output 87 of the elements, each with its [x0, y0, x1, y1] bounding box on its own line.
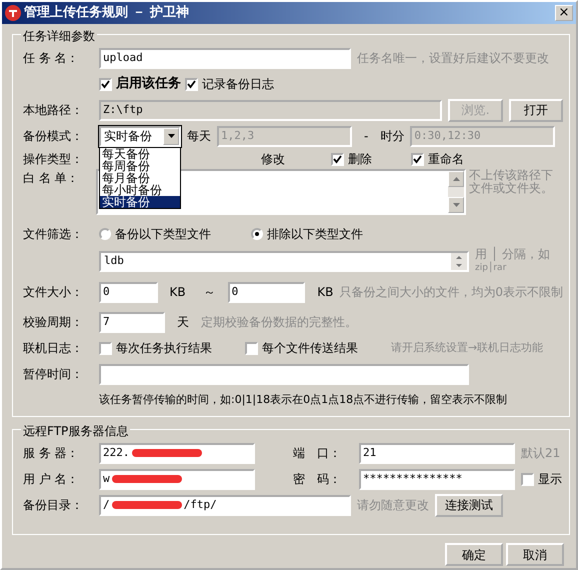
redaction-mark — [132, 449, 202, 457]
hint-text: 定期校验备份数据的完整性。 — [201, 314, 357, 331]
redaction-mark — [112, 501, 182, 509]
caret-icon — [163, 128, 179, 144]
checkbox-label: 修改 — [261, 151, 286, 168]
field-label: 白 名 单： — [23, 170, 80, 187]
hint-text: 不上传该路径下文件或文件夹。 — [469, 169, 554, 195]
scrollbar[interactable] — [448, 171, 464, 213]
checkbox-label: 删除 — [348, 151, 372, 168]
input-field[interactable]: 0 — [228, 282, 306, 302]
hint-text: 用 │ 分隔，如 — [475, 247, 550, 261]
checkbox-label: 显示 — [538, 471, 562, 488]
checkbox[interactable] — [331, 152, 344, 166]
radio-dot-icon — [255, 232, 259, 236]
checkbox-label: 每次任务执行结果 — [116, 340, 212, 357]
field-label: 每天 — [187, 128, 211, 145]
scroll-down-icon — [448, 197, 464, 213]
button[interactable]: 确定 — [445, 543, 503, 566]
radio-label: 排除以下类型文件 — [267, 226, 363, 243]
unit-text: ～ — [202, 284, 217, 301]
input-field[interactable]: *************** — [359, 468, 515, 490]
input-field[interactable]: 21 — [359, 442, 515, 464]
field-label: 任 务 名： — [23, 50, 80, 67]
field-label: 用 户 名： — [23, 471, 80, 488]
dash-text: - — [363, 128, 370, 145]
input-field[interactable]: Z:\ftp — [99, 100, 442, 120]
field-label: 端 口： — [293, 445, 342, 462]
redaction-mark — [112, 475, 182, 483]
spinner-icon — [451, 252, 467, 270]
checkbox-label: 每个文件传送结果 — [262, 340, 358, 357]
hint-text: 请开启系统设置→联机日志功能 — [391, 340, 544, 356]
checkbox[interactable] — [99, 78, 112, 90]
checkbox[interactable] — [185, 78, 198, 90]
checkbox[interactable] — [99, 342, 112, 354]
input-field[interactable]: upload — [99, 48, 351, 68]
checkbox[interactable] — [245, 342, 258, 354]
group-title: 任务详细参数 — [21, 27, 97, 45]
dropdown-option[interactable]: 每月备份 — [100, 172, 180, 184]
hint-text: 默认21 — [521, 445, 560, 462]
window-title: 管理上传任务规则 － 护卫神 — [24, 4, 190, 22]
radio-label: 备份以下类型文件 — [115, 226, 211, 243]
radio-button[interactable] — [99, 228, 111, 240]
button[interactable]: 取消 — [506, 543, 564, 566]
field-label: 文件筛选： — [23, 226, 84, 243]
checkbox-label: 启用该任务 — [116, 74, 181, 94]
unit-text: 天 — [176, 314, 190, 331]
field-label: 校验周期： — [23, 314, 84, 331]
app-logo-icon — [5, 5, 21, 21]
dropdown-option[interactable]: 每天备份 — [100, 148, 180, 160]
field-label: 暂停时间： — [23, 366, 84, 383]
input-field[interactable]: 7 — [99, 312, 165, 332]
close-button[interactable]: × — [555, 5, 573, 21]
checkbox[interactable] — [411, 152, 424, 166]
field-label: 备份目录： — [23, 497, 84, 514]
checkbox-label: 重命名 — [428, 151, 464, 168]
input-field[interactable] — [99, 364, 469, 384]
dropdown-option[interactable]: 每周备份 — [100, 160, 180, 172]
field-label: 服 务 器： — [23, 445, 80, 462]
input-field[interactable]: 222. — [99, 442, 255, 464]
checkbox-label: 记录备份日志 — [202, 76, 274, 93]
field-label: 本地路径： — [23, 102, 84, 119]
dropdown-option[interactable]: 每小时备份 — [100, 184, 180, 196]
field-label: 备份模式： — [23, 128, 84, 145]
field-label: 操作类型： — [23, 151, 84, 168]
input-field[interactable]: / /ftp/ — [99, 494, 351, 516]
button[interactable]: 连接测试 — [435, 494, 503, 516]
field-label: 密 码： — [293, 471, 342, 488]
unit-text: KB — [316, 284, 334, 301]
dropdown-option[interactable]: 实时备份 — [100, 196, 180, 208]
hint-text: zip│rar — [475, 261, 508, 275]
button[interactable]: 打开 — [508, 98, 563, 122]
checkbox[interactable] — [521, 472, 534, 486]
radio-button[interactable] — [251, 228, 263, 240]
hint-text: 任务名唯一，设置好后建议不要更改 — [357, 50, 549, 67]
hint-text: 只备份之间大小的文件，均为0表示不限制 — [339, 284, 563, 301]
field-label: 时分 — [380, 128, 404, 145]
dropdown[interactable]: 实时备份 — [99, 126, 181, 146]
group-title: 远程FTP服务器信息 — [21, 422, 130, 440]
unit-text: KB — [168, 284, 187, 301]
field-label: 文件大小： — [23, 284, 84, 301]
hint-text: 该任务暂停传输的时间，如:0|1|18表示在0点1点18点不进行传输，留空表示不限制 — [99, 392, 508, 408]
field-label: 联机日志： — [23, 340, 84, 357]
input-field[interactable]: ldb — [99, 250, 469, 272]
scroll-up-icon — [448, 171, 464, 187]
hint-text: 请勿随意更改 — [357, 497, 429, 514]
input-field[interactable]: 0 — [99, 282, 158, 302]
input-field[interactable]: w — [99, 468, 255, 490]
